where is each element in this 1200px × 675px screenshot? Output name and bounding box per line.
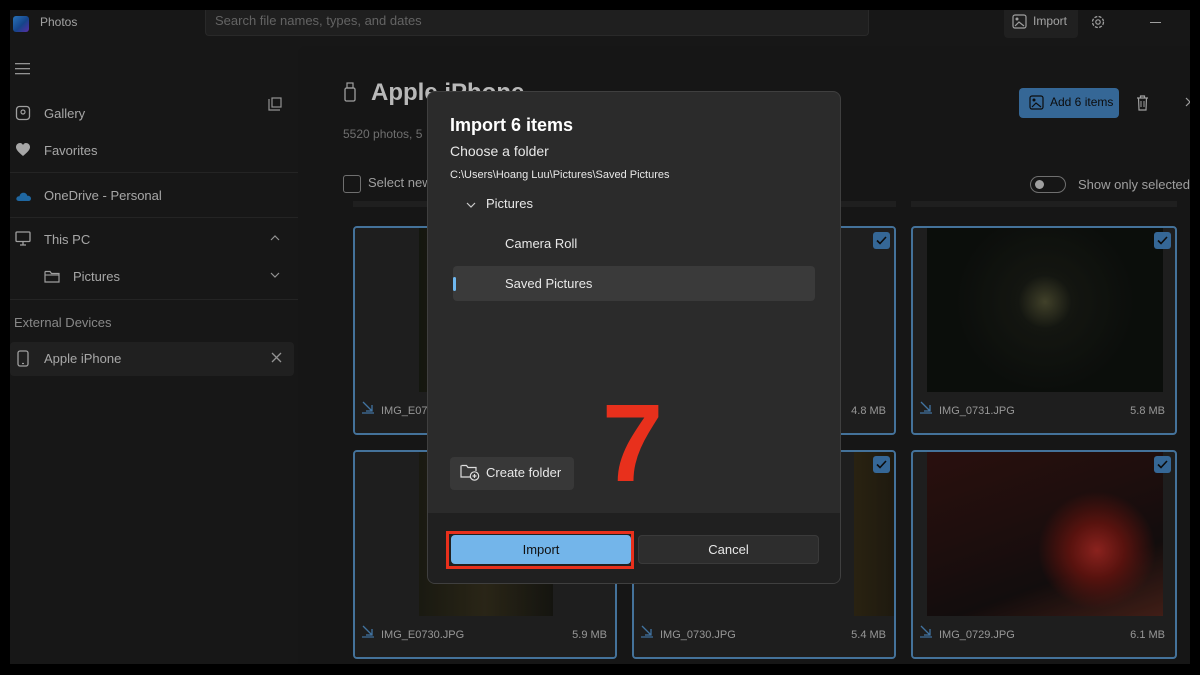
tree-item-label: Pictures	[486, 196, 533, 211]
tree-item-saved-pictures[interactable]: Saved Pictures	[453, 266, 815, 301]
import-dialog: Import 6 items Choose a folder C:\Users\…	[427, 91, 841, 584]
cancel-button[interactable]: Cancel	[638, 535, 819, 564]
new-folder-icon	[460, 464, 480, 481]
dialog-title: Import 6 items	[450, 115, 574, 135]
tree-item-camera-roll[interactable]: Camera Roll	[453, 226, 815, 261]
dialog-footer: Import Cancel	[428, 513, 840, 583]
folder-path: C:\Users\Hoang Luu\Pictures\Saved Pictur…	[450, 169, 670, 181]
tree-item-label: Saved Pictures	[505, 276, 593, 291]
highlight-annotation-box	[446, 531, 634, 569]
chevron-down-icon[interactable]	[466, 202, 476, 208]
create-folder-button[interactable]: Create folder	[450, 457, 574, 490]
create-folder-label: Create folder	[486, 465, 562, 480]
dialog-subtitle: Choose a folder	[450, 143, 549, 159]
tree-item-label: Camera Roll	[505, 236, 578, 251]
step-number-annotation: 7	[602, 382, 664, 505]
tree-item-pictures[interactable]: Pictures	[466, 196, 533, 211]
